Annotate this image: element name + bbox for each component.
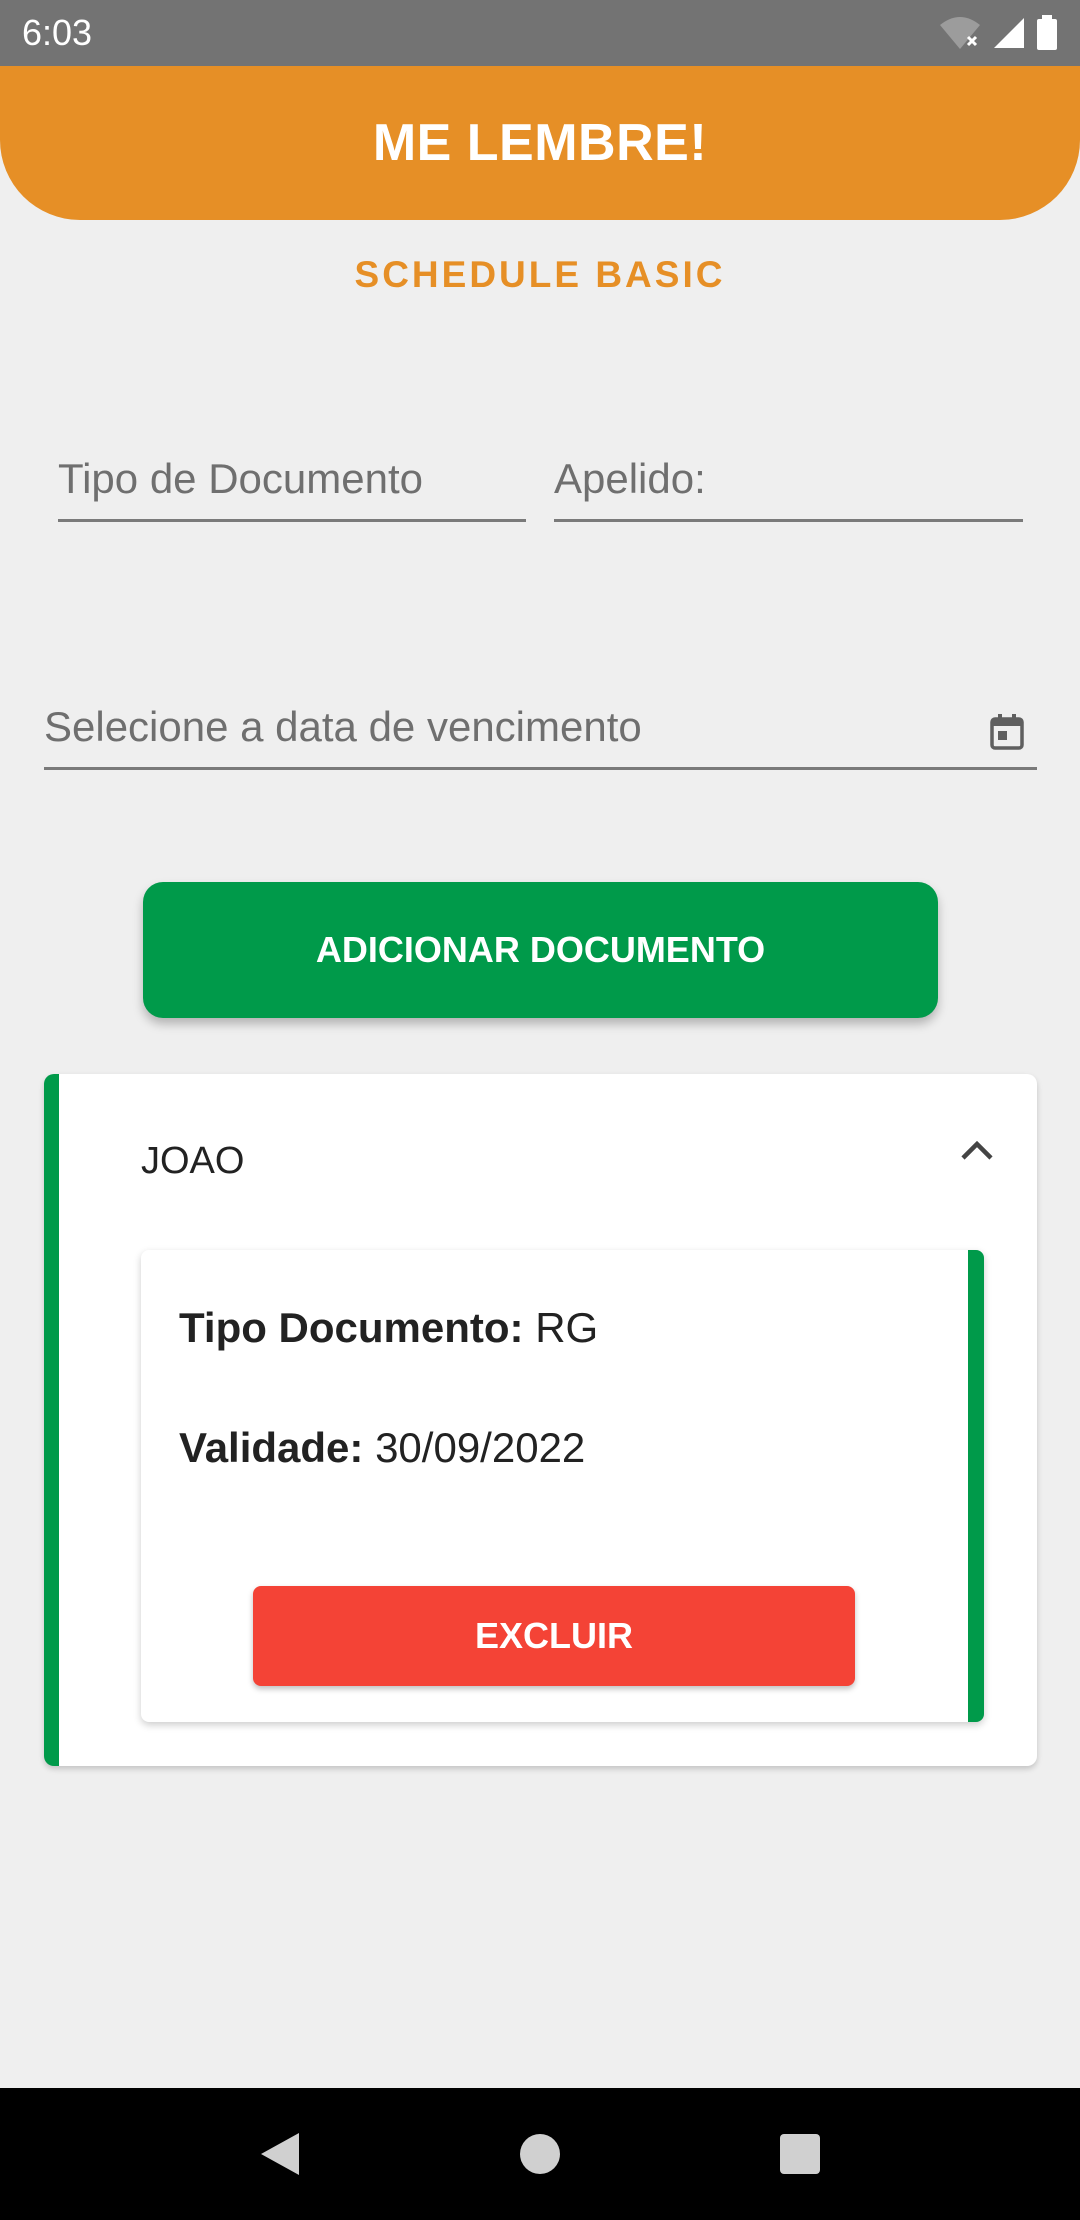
nickname-placeholder: Apelido: [554, 455, 706, 502]
card-title: JOAO [141, 1140, 245, 1182]
add-document-button[interactable]: ADICIONAR DOCUMENTO [143, 882, 938, 1018]
document-card: JOAO Tipo Documento: RG Validade: 30/09/… [44, 1074, 1037, 1766]
back-icon[interactable] [259, 2131, 301, 2177]
status-bar: 6:03 [0, 0, 1080, 66]
document-type-info: Tipo Documento: RG [179, 1304, 598, 1352]
status-time: 6:03 [22, 12, 93, 53]
battery-icon [1036, 15, 1058, 51]
due-date-placeholder: Selecione a data de vencimento [44, 703, 642, 750]
calendar-icon[interactable] [989, 713, 1025, 751]
wifi-icon [938, 15, 982, 51]
home-icon[interactable] [519, 2133, 561, 2175]
chevron-up-icon[interactable] [959, 1138, 995, 1162]
app-header: ME LEMBRE! [0, 66, 1080, 220]
document-type-input[interactable]: Tipo de Documento [58, 455, 526, 522]
recents-icon[interactable] [779, 2133, 821, 2175]
document-type-value: RG [535, 1304, 599, 1351]
validity-info: Validade: 30/09/2022 [179, 1424, 585, 1472]
delete-button[interactable]: EXCLUIR [253, 1586, 855, 1686]
validity-label: Validade: [179, 1424, 364, 1471]
app-title: ME LEMBRE! [372, 114, 708, 172]
validity-value: 30/09/2022 [375, 1424, 586, 1471]
document-details: Tipo Documento: RG Validade: 30/09/2022 … [141, 1250, 984, 1722]
nickname-input[interactable]: Apelido: [554, 455, 1023, 522]
page-subtitle: SCHEDULE BASIC [354, 254, 726, 295]
status-icons [938, 15, 1058, 51]
due-date-input[interactable]: Selecione a data de vencimento [44, 703, 1037, 770]
document-type-placeholder: Tipo de Documento [58, 455, 423, 502]
signal-icon [992, 16, 1026, 50]
navigation-bar [0, 2088, 1080, 2220]
document-type-label: Tipo Documento: [179, 1304, 524, 1351]
